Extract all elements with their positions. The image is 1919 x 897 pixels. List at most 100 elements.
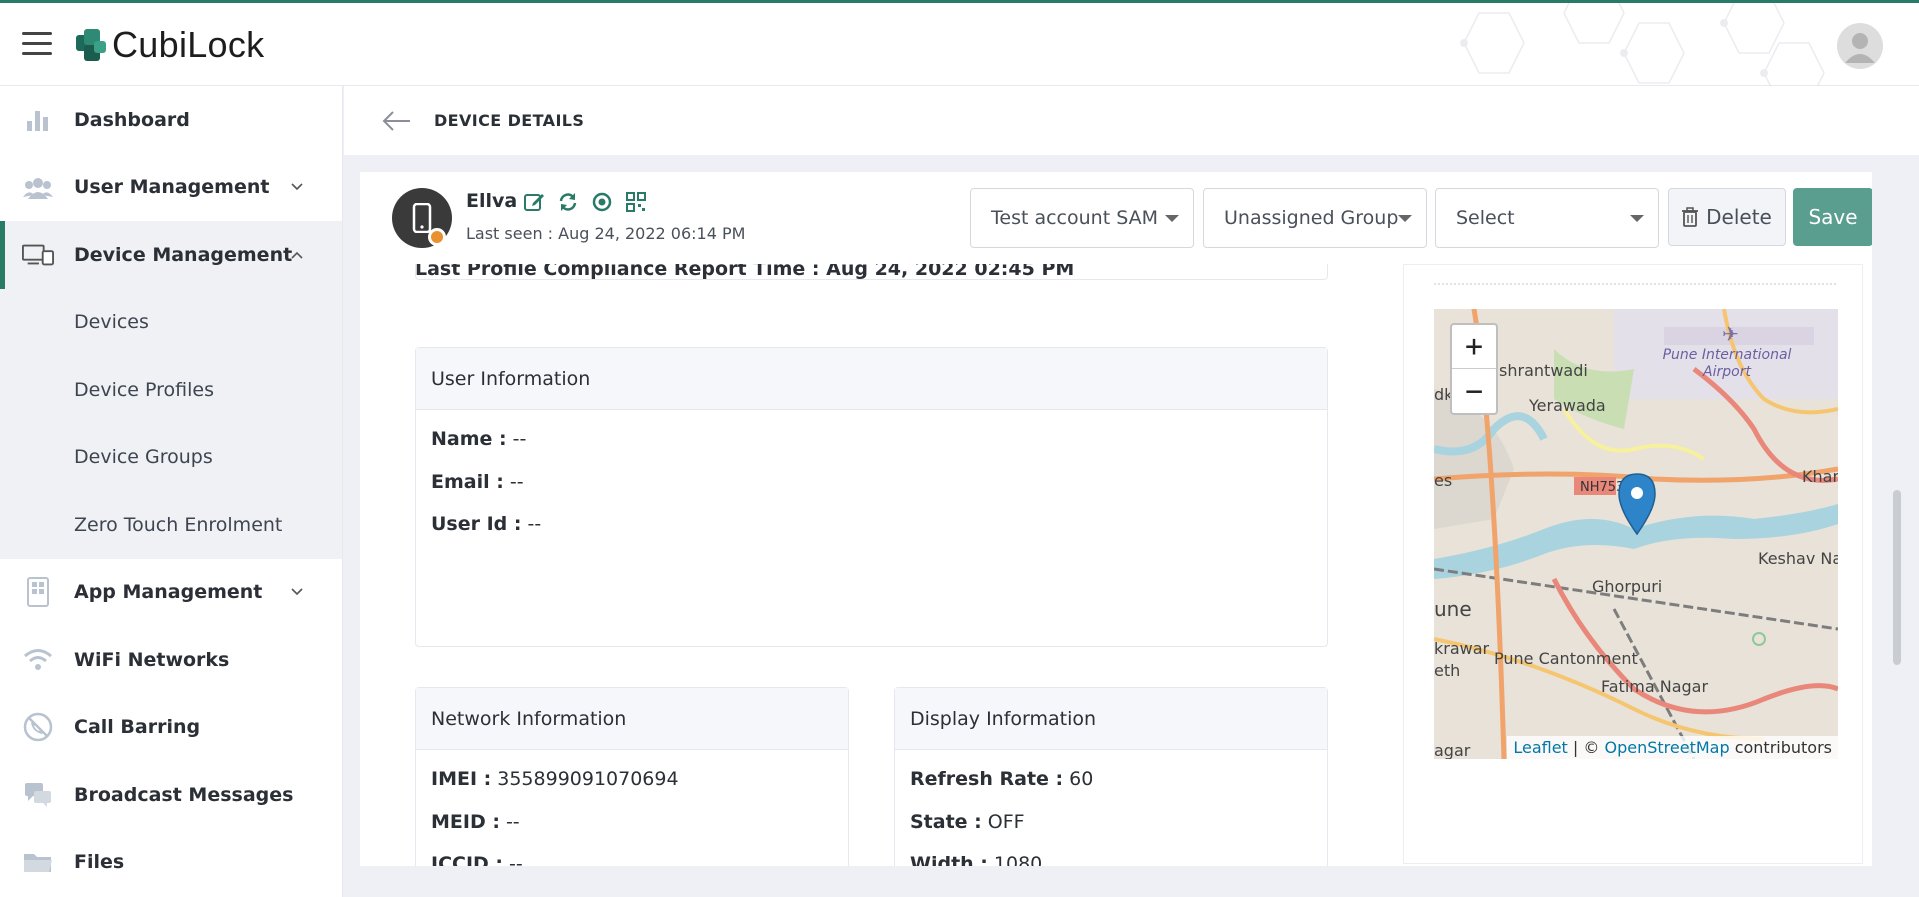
sidebar-item-broadcast-messages[interactable]: Broadcast Messages (0, 761, 342, 829)
sidebar-item-label: App Management (74, 581, 263, 604)
map-label: Khara (1802, 467, 1838, 486)
field-value: 60 (1069, 768, 1094, 791)
sidebar-item-label: WiFi Networks (74, 648, 230, 671)
sidebar-item-wifi-networks[interactable]: WiFi Networks (0, 626, 342, 694)
page-scrollbar[interactable] (1893, 490, 1901, 665)
save-button[interactable]: Save (1793, 188, 1872, 246)
sidebar-item-app-management[interactable]: App Management (0, 559, 342, 627)
users-icon (22, 173, 54, 201)
map-label: Vishrantwadi (1484, 361, 1588, 380)
group-select[interactable]: Unassigned Group (1203, 188, 1427, 248)
device-status-dot (428, 228, 446, 246)
location-map[interactable]: NH753 ✈ Vishrantwadi Yerawada Pune Inter… (1434, 309, 1838, 759)
field-label: User Id : (431, 513, 522, 536)
map-label: agar (1434, 741, 1471, 759)
user-information-title: User Information (416, 348, 1327, 410)
account-select[interactable]: Test account SAM (970, 188, 1194, 248)
sidebar-item-label: Files (74, 851, 125, 874)
field-value: 1080 (993, 853, 1043, 866)
delete-button[interactable]: Delete (1668, 188, 1786, 246)
leaflet-link[interactable]: Leaflet (1513, 738, 1567, 757)
network-information-title: Network Information (416, 688, 848, 750)
sidebar-subitem-zero-touch-enrolment[interactable]: Zero Touch Enrolment (0, 491, 342, 559)
display-width-field: Width : 1080 (895, 843, 1327, 866)
zoom-out-button[interactable]: − (1452, 369, 1496, 413)
locate-icon[interactable] (590, 190, 614, 214)
sidebar: Dashboard User Management Device Managem… (0, 86, 343, 897)
map-attribution: Leaflet | © OpenStreetMap contributors (1507, 736, 1838, 759)
refresh-rate-field: Refresh Rate :60 (895, 758, 1327, 801)
sidebar-item-label: Broadcast Messages (74, 783, 294, 806)
sidebar-subitem-device-groups[interactable]: Device Groups (0, 423, 342, 491)
menu-toggle-icon[interactable] (22, 32, 52, 56)
back-arrow-icon[interactable] (382, 110, 412, 132)
field-value: -- (509, 853, 523, 866)
map-label: une (1434, 597, 1472, 621)
sidebar-item-device-management[interactable]: Device Management (0, 221, 342, 289)
hexagon-pattern-icon (1460, 3, 1825, 87)
call-barring-icon (22, 713, 54, 742)
map-label: Pune Cantonment (1494, 649, 1638, 668)
sidebar-item-label: Call Barring (74, 716, 201, 739)
meid-field: MEID : -- (416, 801, 848, 844)
sidebar-item-call-barring[interactable]: Call Barring (0, 694, 342, 762)
delete-label: Delete (1706, 205, 1772, 229)
sidebar-item-label: User Management (74, 176, 270, 199)
iccid-field: ICCID : -- (416, 843, 848, 866)
network-information-card: Network Information IMEI :35589909107069… (415, 687, 849, 866)
sidebar-subitem-devices[interactable]: Devices (0, 288, 342, 356)
field-value: OFF (987, 810, 1025, 833)
device-last-seen: Last seen : Aug 24, 2022 06:14 PM (466, 224, 746, 243)
page-header: DEVICE DETAILS (344, 86, 1919, 155)
phone-icon (412, 203, 432, 233)
field-label: Email : (431, 470, 504, 493)
map-label: Keshav Na (1758, 549, 1838, 568)
profile-select[interactable]: Select (1435, 188, 1659, 248)
svg-text:✈: ✈ (1722, 322, 1739, 346)
svg-text:NH753: NH753 (1580, 480, 1624, 495)
zoom-in-button[interactable]: + (1452, 325, 1496, 369)
apps-icon (22, 577, 54, 608)
devices-icon (22, 241, 54, 269)
field-label: Name : (431, 428, 507, 451)
field-value: -- (527, 513, 542, 536)
sidebar-item-files[interactable]: Files (0, 829, 342, 897)
attribution-suffix: contributors (1729, 738, 1832, 757)
field-label: ICCID : (431, 853, 504, 866)
chevron-up-icon (291, 251, 303, 259)
field-value: 355899091070694 (497, 768, 679, 791)
display-information-card: Display Information Refresh Rate :60 Sta… (894, 687, 1328, 866)
qr-code-icon[interactable] (624, 190, 648, 214)
group-select-value: Unassigned Group (1224, 207, 1399, 229)
openstreetmap-link[interactable]: OpenStreetMap (1604, 738, 1729, 757)
sidebar-subitem-device-profiles[interactable]: Device Profiles (0, 356, 342, 424)
caret-down-icon (1165, 215, 1179, 222)
map-label: Fatima Nagar (1601, 677, 1709, 696)
brand-name: CubiLock (112, 24, 265, 65)
sidebar-item-dashboard[interactable]: Dashboard (0, 86, 342, 154)
user-id-field: User Id : -- (416, 503, 1327, 546)
user-avatar[interactable] (1837, 23, 1883, 69)
caret-down-icon (1398, 215, 1412, 222)
brand-logo[interactable]: CubiLock (74, 24, 265, 65)
map-label: Ghorpuri (1592, 577, 1663, 596)
display-state-field: State : OFF (895, 801, 1327, 844)
field-value: -- (509, 470, 524, 493)
field-label: Width : (910, 853, 988, 866)
sidebar-item-label: Device Management (74, 243, 293, 266)
chat-icon (22, 781, 54, 809)
location-card: NH753 ✈ Vishrantwadi Yerawada Pune Inter… (1403, 264, 1863, 864)
user-email-field: Email : -- (416, 461, 1327, 504)
map-label: es (1434, 471, 1453, 490)
field-label: Refresh Rate : (910, 768, 1064, 791)
sync-icon[interactable] (556, 190, 580, 214)
divider (1434, 283, 1836, 285)
user-information-card: User Information Name : -- Email : -- User… (415, 347, 1328, 647)
edit-icon[interactable] (522, 190, 546, 214)
chevron-down-icon (291, 588, 303, 596)
display-information-title: Display Information (895, 688, 1327, 750)
trash-icon (1682, 207, 1699, 227)
map-label: krawar (1434, 639, 1490, 658)
sidebar-item-user-management[interactable]: User Management (0, 154, 342, 222)
device-actions (522, 190, 648, 214)
